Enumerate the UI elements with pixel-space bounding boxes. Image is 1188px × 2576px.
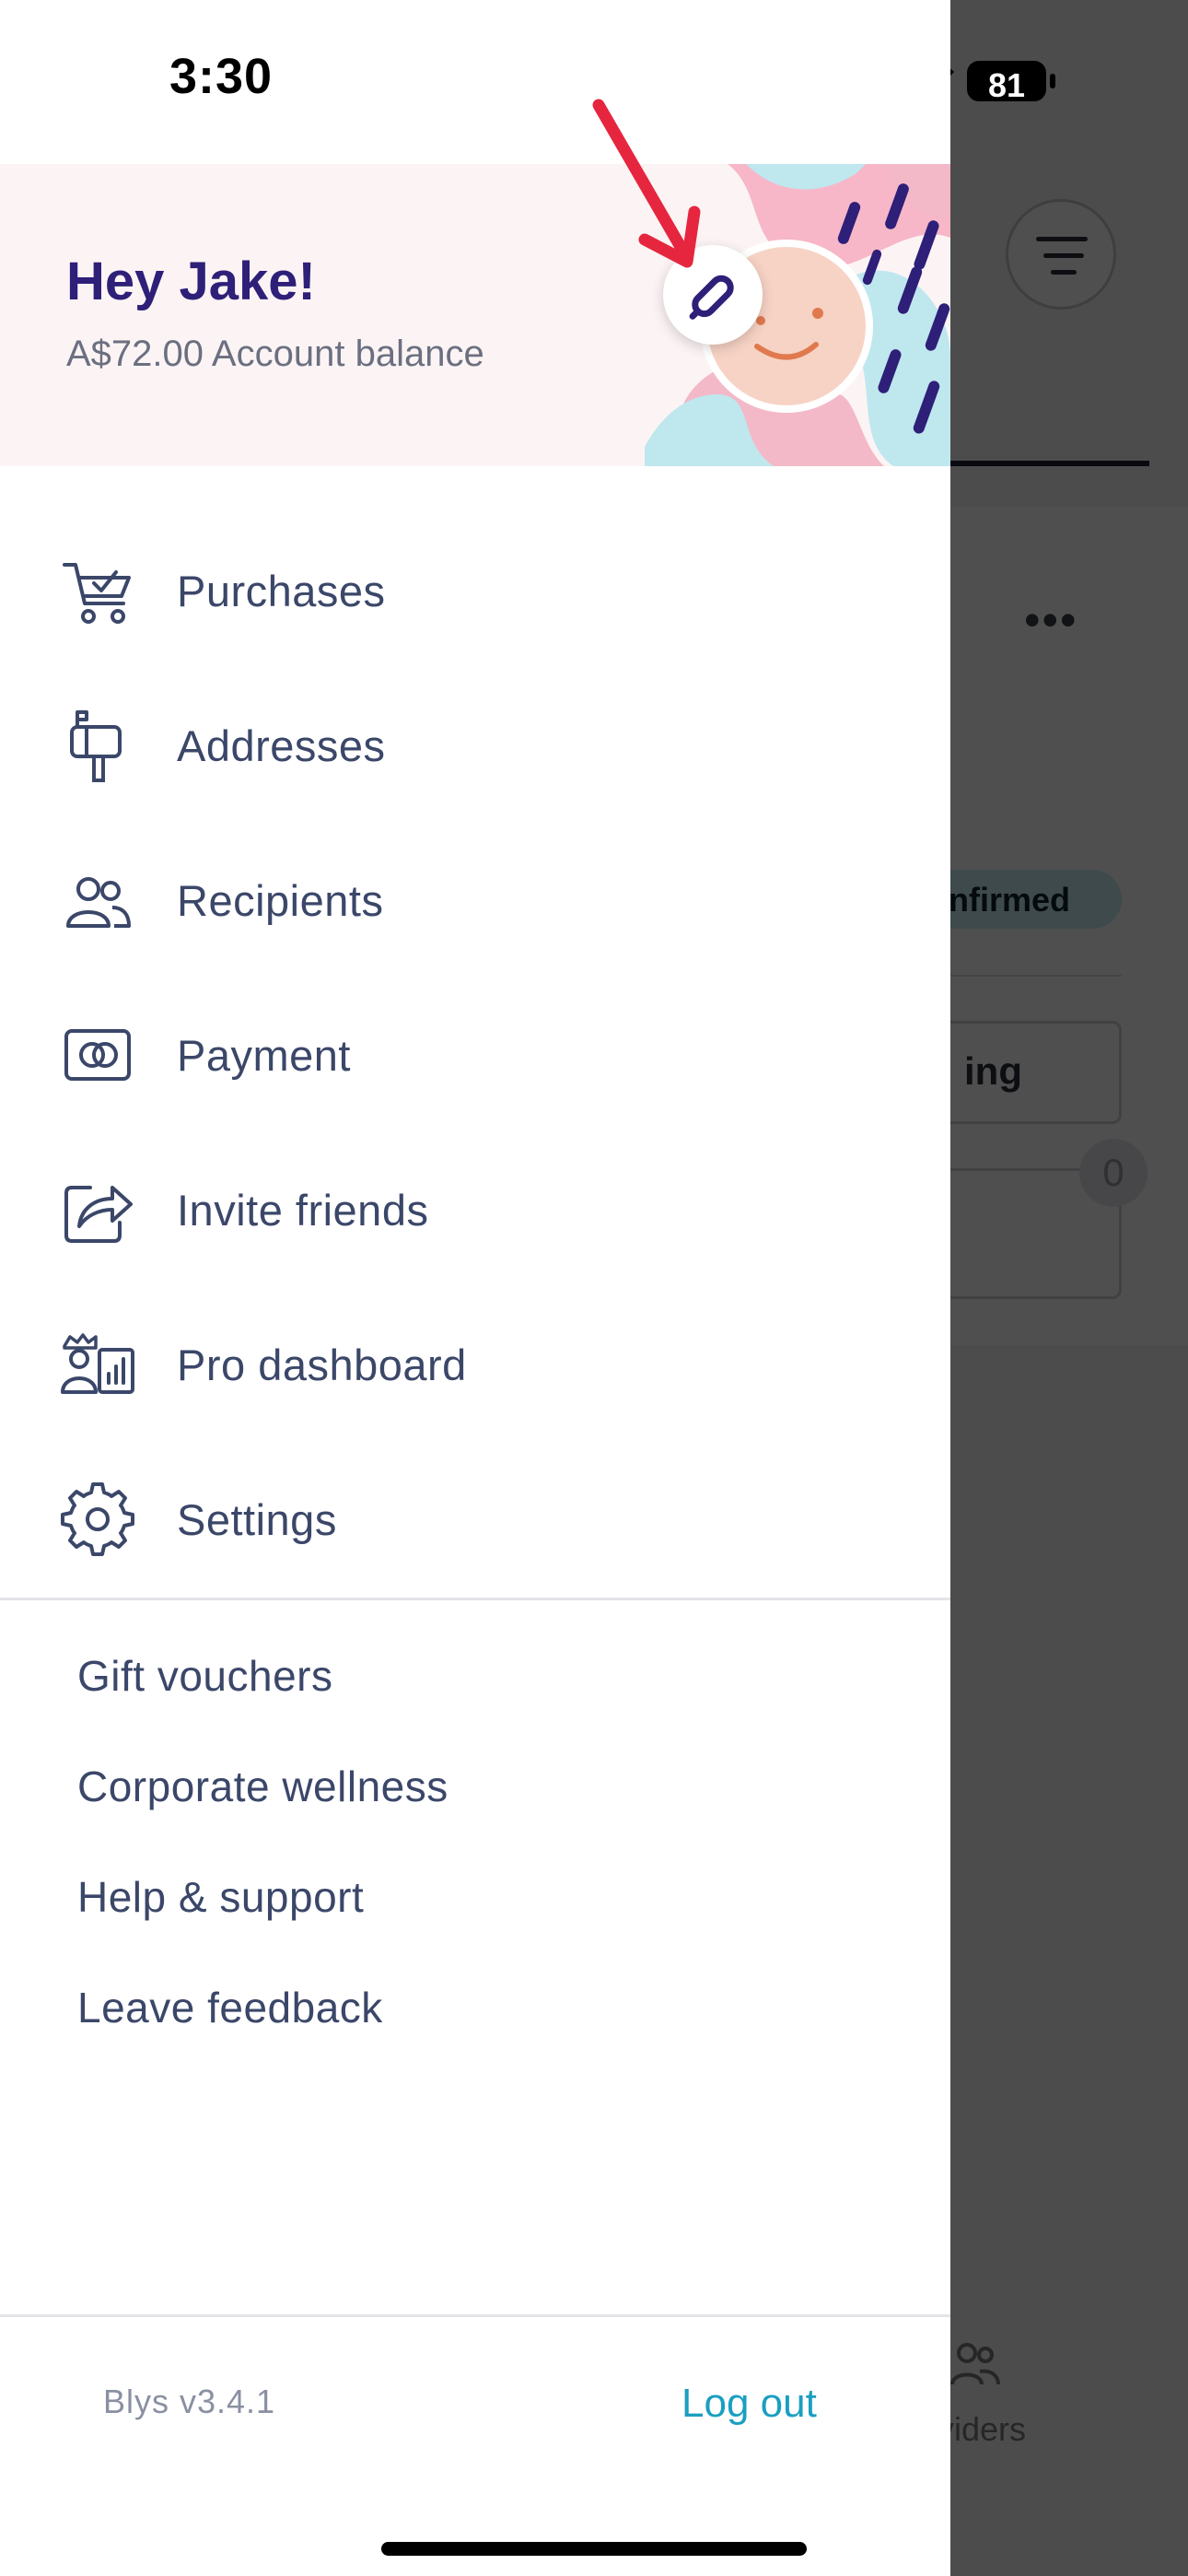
menu-label: Settings [177, 1494, 337, 1544]
greeting-title: Hey Jake! [66, 252, 316, 311]
link-corporate-wellness[interactable]: Corporate wellness [77, 1762, 448, 1811]
menu-label: Payment [177, 1030, 351, 1080]
cart-check-icon [63, 563, 131, 624]
annotation-arrow-icon [592, 99, 701, 268]
link-gift-vouchers[interactable]: Gift vouchers [77, 1651, 333, 1701]
menu-divider [0, 1598, 950, 1600]
share-icon [64, 1186, 133, 1243]
menu-item-purchases[interactable]: Purchases [0, 513, 950, 668]
account-balance: A$72.00 Account balance [66, 334, 484, 374]
gear-icon [61, 1482, 134, 1556]
menu-item-pro-dashboard[interactable]: Pro dashboard [0, 1287, 950, 1442]
footer-divider [0, 2314, 950, 2317]
card-icon [64, 1029, 131, 1081]
navigation-drawer: 3:30 Hey Jake! A$72.00 Account balance P… [0, 0, 950, 2576]
menu-item-payment[interactable]: Payment [0, 978, 950, 1132]
profile-header: Hey Jake! A$72.00 Account balance [0, 164, 950, 466]
users-icon [66, 877, 131, 928]
menu-item-recipients[interactable]: Recipients [0, 823, 950, 978]
logout-button[interactable]: Log out [681, 2381, 817, 2427]
link-help-support[interactable]: Help & support [77, 1872, 364, 1922]
menu-item-settings[interactable]: Settings [0, 1442, 950, 1597]
mailbox-icon [70, 710, 122, 782]
app-version: Blys v3.4.1 [103, 2383, 276, 2420]
menu-item-addresses[interactable]: Addresses [0, 668, 950, 823]
pro-dashboard-icon [61, 1333, 134, 1394]
menu-label: Pro dashboard [177, 1340, 467, 1389]
menu-item-invite-friends[interactable]: Invite friends [0, 1132, 950, 1287]
battery-level: 81 [987, 66, 1026, 104]
home-indicator[interactable] [381, 2542, 807, 2556]
status-time: 3:30 [169, 49, 274, 104]
menu-label: Recipients [177, 875, 384, 925]
menu-label: Invite friends [177, 1185, 429, 1235]
menu-label: Addresses [177, 720, 386, 770]
menu-label: Purchases [177, 566, 386, 615]
link-leave-feedback[interactable]: Leave feedback [77, 1983, 383, 2032]
